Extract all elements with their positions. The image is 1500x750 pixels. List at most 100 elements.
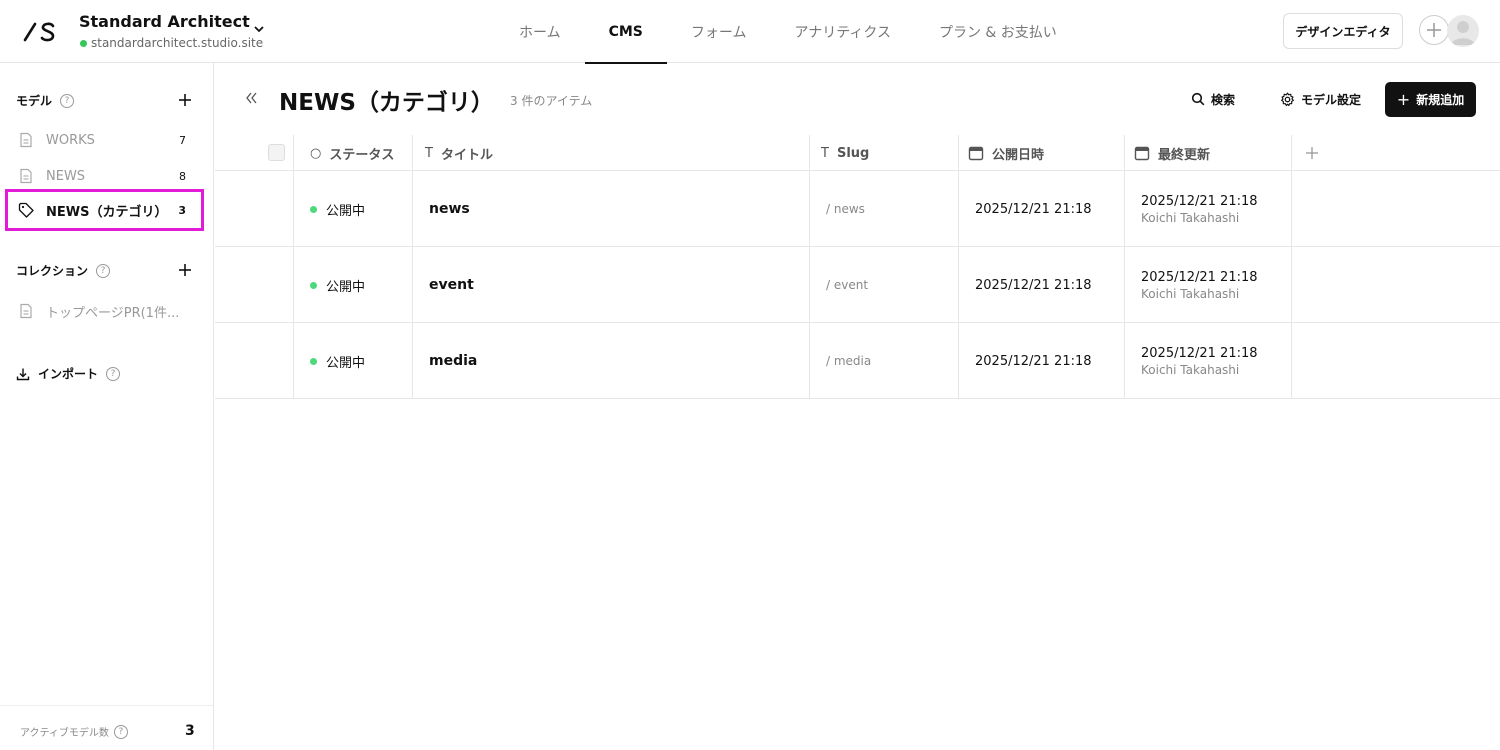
item-count: 3 <box>178 203 186 217</box>
table-row[interactable]: 公開中 media / media 2025/12/21 21:18 2025/… <box>215 323 1500 399</box>
top-bar: Standard Architect standardarchitect.stu… <box>0 0 1500 64</box>
table-row[interactable]: 公開中 event / event 2025/12/21 21:18 2025/… <box>215 247 1500 323</box>
updated-by: Koichi Takahashi <box>1141 210 1240 225</box>
sidebar-item-label: WORKS <box>46 132 95 148</box>
text-type-icon: T <box>821 145 829 161</box>
status-cell: 公開中 <box>310 171 365 247</box>
tag-icon <box>18 202 34 218</box>
slug-cell: / news <box>826 202 865 216</box>
sidebar-item-news-category[interactable]: NEWS（カテゴリ） 3 <box>5 189 204 231</box>
page-title: NEWS（カテゴリ） <box>279 90 494 116</box>
add-model-plus-icon[interactable] <box>178 93 192 107</box>
column-divider <box>412 135 413 399</box>
column-header-updated[interactable]: 最終更新 <box>1134 135 1210 171</box>
title-cell[interactable]: media <box>429 323 477 399</box>
table-row[interactable]: 公開中 news / news 2025/12/21 21:18 2025/12… <box>215 171 1500 247</box>
chevron-down-icon[interactable] <box>252 22 266 36</box>
text-type-icon: T <box>425 145 433 161</box>
column-header-published[interactable]: 公開日時 <box>968 135 1044 171</box>
published-cell: 2025/12/21 21:18 <box>975 201 1092 217</box>
site-name[interactable]: Standard Architect <box>79 12 250 31</box>
published-cell: 2025/12/21 21:18 <box>975 353 1092 369</box>
status-dot <box>310 281 317 289</box>
column-divider <box>293 135 294 399</box>
status-text: 公開中 <box>326 355 366 371</box>
updated-date: 2025/12/21 21:18 <box>1141 193 1258 209</box>
title-cell[interactable]: event <box>429 247 474 323</box>
column-header-title[interactable]: T タイトル <box>425 135 493 171</box>
collections-label: コレクション <box>16 264 89 278</box>
tab-home[interactable]: ホーム <box>495 0 585 63</box>
avatar[interactable] <box>1447 15 1479 47</box>
column-divider <box>809 135 810 399</box>
document-icon <box>20 132 32 148</box>
item-count: 8 <box>179 169 186 183</box>
studio-logo-icon[interactable] <box>22 18 58 44</box>
design-editor-button[interactable]: デザインエディタ <box>1283 13 1403 49</box>
published-cell: 2025/12/21 21:18 <box>975 277 1092 293</box>
document-icon <box>20 168 32 184</box>
add-member-button[interactable] <box>1419 15 1449 45</box>
updated-date: 2025/12/21 21:18 <box>1141 269 1258 285</box>
column-label: ステータス <box>329 147 395 163</box>
item-count: 7 <box>179 133 186 147</box>
active-models-text: アクティブモデル数 <box>20 728 109 739</box>
search-button[interactable]: 検索 <box>1191 85 1235 113</box>
main-content: NEWS（カテゴリ） 3 件のアイテム 検索 モデル設定 + 新規追加 ○ ステ… <box>215 63 1500 750</box>
updated-by: Koichi Takahashi <box>1141 362 1240 377</box>
add-column-plus-icon[interactable] <box>1305 146 1319 160</box>
column-header-slug[interactable]: T Slug <box>821 135 869 171</box>
new-item-label: 新規追加 <box>1416 93 1465 107</box>
updated-cell: 2025/12/21 21:18 Koichi Takahashi <box>1141 247 1258 323</box>
collapse-sidebar-icon[interactable] <box>243 90 259 106</box>
column-label: Slug <box>836 145 870 161</box>
tab-forms[interactable]: フォーム <box>667 0 771 63</box>
sidebar-item-label: トップページPR(1件... <box>46 305 180 321</box>
help-icon[interactable]: ? <box>96 263 111 278</box>
user-icon <box>1451 21 1475 45</box>
status-cell: 公開中 <box>310 247 365 323</box>
models-label: モデル <box>16 94 53 108</box>
download-icon <box>16 368 30 380</box>
column-label: 公開日時 <box>992 147 1045 163</box>
column-divider <box>1291 135 1292 399</box>
model-settings-button[interactable]: モデル設定 <box>1280 85 1361 113</box>
import-button[interactable]: インポート ? <box>16 365 121 382</box>
collections-section-header: コレクション ? <box>16 262 111 279</box>
sidebar-item-top-page-pr[interactable]: トップページPR(1件... <box>5 291 204 331</box>
main-nav: ホーム CMS フォーム アナリティクス プラン & お支払い <box>495 0 1081 64</box>
status-dot <box>310 205 317 213</box>
tab-billing[interactable]: プラン & お支払い <box>915 0 1081 63</box>
site-status-dot <box>80 40 87 47</box>
tab-cms[interactable]: CMS <box>584 0 668 64</box>
sidebar-item-works[interactable]: WORKS 7 <box>5 120 204 160</box>
column-divider <box>958 135 959 399</box>
add-collection-plus-icon[interactable] <box>178 263 192 277</box>
sidebar-item-label: NEWS（カテゴリ） <box>46 204 168 220</box>
updated-cell: 2025/12/21 21:18 Koichi Takahashi <box>1141 323 1258 399</box>
help-icon[interactable]: ? <box>60 93 75 108</box>
gear-icon <box>1281 92 1294 106</box>
add-new-item-button[interactable]: + 新規追加 <box>1385 82 1476 117</box>
updated-date: 2025/12/21 21:18 <box>1141 345 1258 361</box>
tab-analytics[interactable]: アナリティクス <box>770 0 914 63</box>
status-text: 公開中 <box>326 279 366 295</box>
help-icon[interactable]: ? <box>113 724 128 739</box>
plus-icon <box>1427 23 1441 37</box>
search-label: 検索 <box>1211 92 1236 107</box>
select-all-checkbox[interactable] <box>268 144 285 161</box>
model-settings-label: モデル設定 <box>1301 92 1362 107</box>
column-divider <box>1124 135 1125 399</box>
column-header-status[interactable]: ○ ステータス <box>310 135 394 171</box>
status-text: 公開中 <box>326 203 366 219</box>
column-label: タイトル <box>440 147 493 163</box>
column-label: 最終更新 <box>1158 147 1211 163</box>
updated-by: Koichi Takahashi <box>1141 286 1240 301</box>
item-count-label: 3 件のアイテム <box>510 94 593 108</box>
slug-cell: / event <box>826 278 869 292</box>
site-url[interactable]: standardarchitect.studio.site <box>91 36 263 50</box>
document-icon <box>20 303 32 319</box>
help-icon[interactable]: ? <box>106 366 121 381</box>
title-cell[interactable]: news <box>429 171 470 247</box>
import-label: インポート <box>38 367 99 381</box>
